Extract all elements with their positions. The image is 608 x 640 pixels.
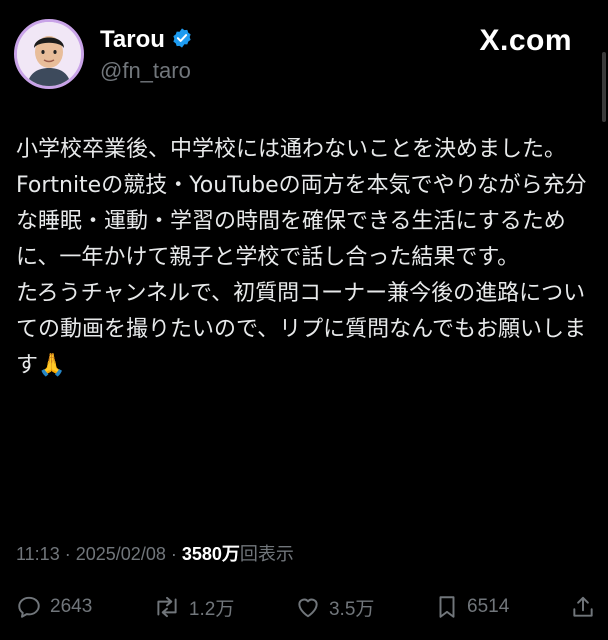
repost-button[interactable]: 1.2万 — [153, 594, 234, 621]
heart-icon — [295, 594, 321, 620]
bookmark-count: 6514 — [467, 596, 510, 617]
verified-badge-icon — [171, 27, 193, 53]
repost-icon — [153, 594, 181, 620]
share-icon — [570, 594, 596, 620]
tweet-date[interactable]: 2025/02/08 — [76, 544, 166, 564]
tweet-line-3: たろうチャンネルで、初質問コーナー兼今後の進路についての動画を撮りたいので、リプ… — [16, 281, 587, 378]
repost-count: 1.2万 — [188, 598, 235, 620]
views-count: 3580万 — [181, 544, 240, 564]
action-bar: 2643 1.2万 3.5万 6514 — [16, 590, 596, 624]
author-name-row[interactable]: Tarou — [100, 26, 193, 54]
bookmark-icon — [435, 594, 459, 620]
views-label: 回表示 — [239, 544, 294, 564]
tweet-line-1: 小学校卒業後、中学校には通わないことを決めました。 — [16, 137, 567, 162]
bookmark-button[interactable]: 6514 — [435, 594, 509, 620]
share-button[interactable] — [570, 594, 596, 620]
tweet-text: 小学校卒業後、中学校には通わないことを決めました。 Fortniteの競技・Yo… — [16, 132, 592, 384]
tweet-meta: 11:13 · 2025/02/08 · 3580万回表示 — [16, 540, 294, 566]
tweet-line-2: Fortniteの競技・YouTubeの両方を本気でやりながら充分な睡眠・運動・… — [16, 173, 587, 270]
avatar-image — [17, 22, 81, 86]
author-handle[interactable]: @fn_taro — [100, 58, 191, 84]
brand-text: X.com — [479, 24, 572, 57]
reply-icon — [16, 594, 42, 620]
tweet-time[interactable]: 11:13 — [16, 544, 60, 564]
author-name[interactable]: Tarou — [100, 26, 165, 54]
reply-button[interactable]: 2643 — [16, 594, 92, 620]
scrollbar[interactable] — [602, 52, 606, 122]
avatar[interactable] — [14, 19, 84, 89]
meta-separator: · — [64, 544, 71, 564]
reply-count: 2643 — [50, 596, 93, 617]
like-count: 3.5万 — [328, 598, 375, 620]
meta-separator: · — [170, 544, 177, 564]
like-button[interactable]: 3.5万 — [295, 594, 374, 621]
brand: X.com — [479, 24, 572, 58]
